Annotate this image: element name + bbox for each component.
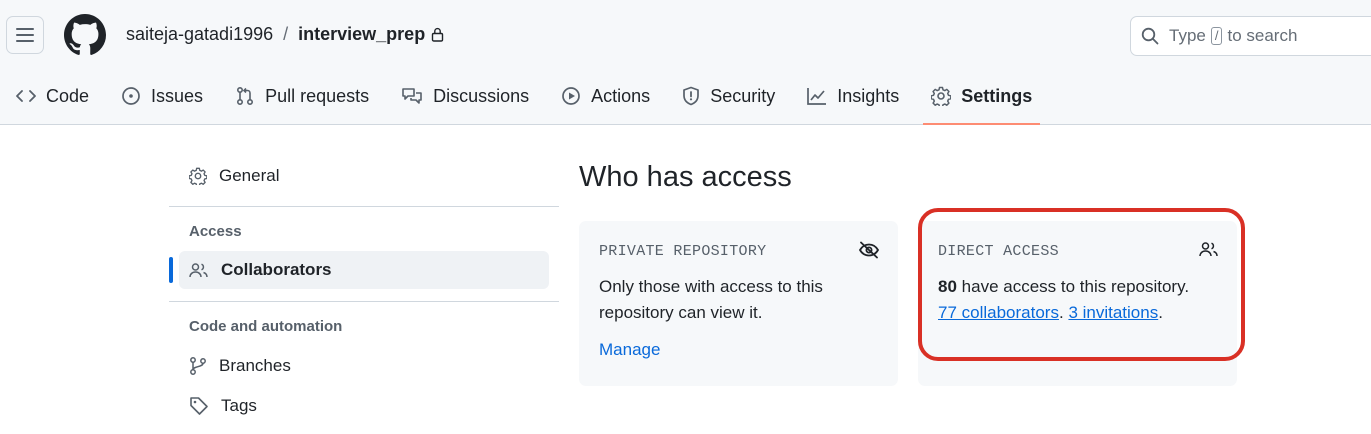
tab-security[interactable]: Security	[674, 76, 783, 116]
sidebar-item-tags-label: Tags	[221, 396, 257, 415]
people-icon	[189, 263, 208, 278]
access-count: 80	[938, 277, 957, 296]
breadcrumb-separator: /	[283, 24, 289, 44]
breadcrumb: saiteja-gatadi1996 / interview_prep	[126, 24, 444, 45]
search-type-label: Type	[1169, 26, 1206, 45]
tab-discussions-label: Discussions	[433, 85, 530, 106]
period: .	[1158, 303, 1163, 322]
github-logo-icon[interactable]	[64, 14, 106, 56]
manage-link[interactable]: Manage	[599, 340, 660, 360]
search-suffix: to search	[1227, 26, 1298, 45]
settings-sidebar: General Access Collaborators Code and au…	[169, 150, 559, 424]
search-input[interactable]: Type / to search	[1130, 16, 1371, 56]
repo-owner-link[interactable]: saiteja-gatadi1996	[126, 24, 273, 45]
graph-icon	[807, 88, 827, 105]
sidebar-heading-code-automation: Code and automation	[189, 317, 343, 335]
sidebar-item-branches[interactable]: Branches	[169, 348, 559, 384]
repo-name-link[interactable]: interview_prep	[298, 24, 425, 45]
tab-actions[interactable]: Actions	[553, 76, 658, 116]
play-icon	[562, 87, 581, 105]
tab-discussions[interactable]: Discussions	[393, 76, 537, 116]
sidebar-heading-access: Access	[189, 222, 242, 240]
search-shortcut-key: /	[1210, 27, 1223, 45]
repo-nav-tabs: Code Issues Pull requests Discussions Ac…	[0, 76, 1048, 126]
tag-icon	[190, 397, 208, 415]
private-repository-label: PRIVATE REPOSITORY	[599, 243, 767, 260]
shield-icon	[683, 86, 700, 106]
people-icon	[1199, 242, 1218, 257]
sidebar-divider	[169, 301, 559, 302]
direct-access-text: 80 have access to this repository. 77 co…	[938, 274, 1217, 326]
tab-code-label: Code	[46, 85, 90, 106]
private-repository-text: Only those with access to this repositor…	[599, 277, 823, 322]
access-description: have access to this repository.	[961, 277, 1190, 296]
invitations-link[interactable]: 3 invitations	[1068, 303, 1158, 322]
tab-issues[interactable]: Issues	[113, 76, 211, 116]
sidebar-divider	[169, 206, 559, 207]
tab-settings[interactable]: Settings	[923, 76, 1041, 125]
code-icon	[16, 90, 36, 102]
sidebar-item-collaborators[interactable]: Collaborators	[169, 251, 549, 289]
tab-insights-label: Insights	[837, 85, 900, 106]
eye-closed-icon	[858, 241, 880, 259]
sidebar-item-branches-label: Branches	[219, 356, 291, 375]
tab-insights[interactable]: Insights	[799, 76, 907, 116]
menu-button[interactable]	[6, 16, 44, 54]
discussions-icon	[402, 88, 422, 104]
tab-issues-label: Issues	[151, 85, 204, 106]
sidebar-item-tags[interactable]: Tags	[169, 388, 559, 424]
tab-security-label: Security	[710, 85, 776, 106]
tab-code[interactable]: Code	[8, 76, 97, 116]
direct-access-label: DIRECT ACCESS	[938, 243, 1059, 260]
gear-icon	[189, 167, 207, 185]
collaborators-link[interactable]: 77 collaborators	[938, 303, 1059, 322]
tab-pull-requests-label: Pull requests	[265, 85, 370, 106]
page-title: Who has access	[579, 161, 792, 193]
branch-icon	[190, 357, 206, 375]
sidebar-item-general[interactable]: General	[169, 158, 559, 194]
sidebar-item-general-label: General	[219, 166, 280, 185]
sidebar-item-collaborators-label: Collaborators	[221, 260, 332, 279]
gear-icon	[931, 86, 952, 106]
repo-header: saiteja-gatadi1996 / interview_prep Type…	[0, 0, 1371, 125]
pull-request-icon	[237, 86, 254, 106]
search-icon	[1141, 27, 1159, 45]
period: .	[1058, 303, 1064, 322]
private-repository-card: PRIVATE REPOSITORY Only those with acces…	[579, 221, 898, 386]
hamburger-icon	[16, 28, 34, 42]
tab-pull-requests[interactable]: Pull requests	[227, 76, 377, 116]
issue-icon	[122, 87, 140, 105]
lock-icon	[431, 27, 444, 42]
search-placeholder: Type / to search	[1169, 26, 1297, 46]
tab-settings-label: Settings	[961, 85, 1033, 106]
direct-access-card: DIRECT ACCESS 80 have access to this rep…	[918, 221, 1237, 386]
tab-actions-label: Actions	[591, 85, 651, 106]
